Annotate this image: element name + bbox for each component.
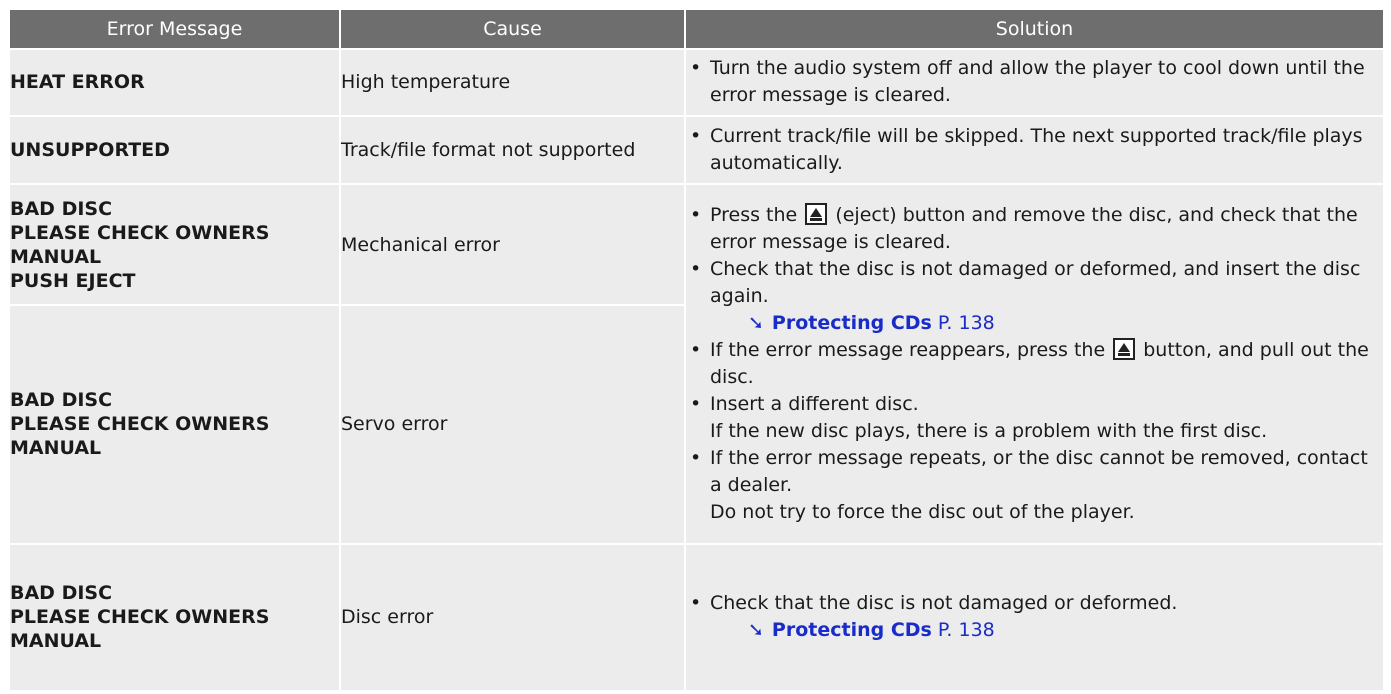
cross-reference-link[interactable]: ➘ Protecting CDs P. 138 bbox=[710, 310, 1383, 337]
solution-bullet: Check that the disc is not damaged or de… bbox=[686, 590, 1383, 644]
solution-text: If the error message reappears, press th… bbox=[710, 338, 1106, 361]
table-row: HEAT ERROR High temperature Turn the aud… bbox=[8, 48, 1385, 117]
cause-cell: Disc error bbox=[339, 542, 686, 693]
error-message-text: PLEASE CHECK OWNERS MANUAL bbox=[10, 606, 270, 653]
solution-bullet: Insert a different disc. If the new disc… bbox=[686, 391, 1383, 445]
solution-subtext: If the new disc plays, there is a proble… bbox=[710, 419, 1268, 442]
solution-text: Press the bbox=[710, 203, 798, 226]
eject-icon bbox=[1113, 337, 1136, 360]
error-message-cell: BAD DISC PLEASE CHECK OWNERS MANUAL PUSH… bbox=[8, 183, 341, 307]
solution-text: Check that the disc is not damaged or de… bbox=[710, 592, 1178, 615]
solution-cell: Current track/file will be skipped. The … bbox=[684, 114, 1385, 186]
solution-text: Insert a different disc. bbox=[710, 392, 919, 415]
table-row: UNSUPPORTED Track/file format not suppor… bbox=[8, 114, 1385, 186]
solution-bullet: Press the (eject) button and remove the … bbox=[686, 202, 1383, 256]
error-message-text: BAD DISC bbox=[10, 389, 113, 412]
error-message-text: BAD DISC bbox=[10, 197, 113, 220]
error-message-text: PUSH EJECT bbox=[10, 269, 136, 292]
table-header-row: Error Message Cause Solution bbox=[8, 8, 1385, 50]
header-solution: Solution bbox=[684, 8, 1385, 50]
eject-icon bbox=[805, 202, 828, 225]
cross-reference-arrow-icon: ➘ bbox=[748, 619, 764, 642]
cause-cell: Servo error bbox=[339, 304, 686, 545]
table-row: BAD DISC PLEASE CHECK OWNERS MANUAL Disc… bbox=[8, 542, 1385, 693]
error-message-text: BAD DISC bbox=[10, 582, 113, 605]
solution-subtext: Do not try to force the disc out of the … bbox=[710, 500, 1135, 523]
solution-text: Check that the disc is not damaged or de… bbox=[710, 257, 1361, 307]
cross-reference-title: Protecting CDs bbox=[771, 619, 932, 642]
cause-cell: Mechanical error bbox=[339, 183, 686, 307]
error-message-cell: HEAT ERROR bbox=[8, 48, 341, 117]
cross-reference-link[interactable]: ➘ Protecting CDs P. 138 bbox=[710, 617, 1383, 644]
solution-bullet: If the error message repeats, or the dis… bbox=[686, 445, 1383, 526]
header-error-message: Error Message bbox=[8, 8, 341, 50]
solution-cell: Turn the audio system off and allow the … bbox=[684, 48, 1385, 117]
cause-cell: Track/file format not supported bbox=[339, 114, 686, 186]
error-message-table: Error Message Cause Solution HEAT ERROR … bbox=[8, 8, 1385, 693]
solution-cell-shared: Press the (eject) button and remove the … bbox=[684, 183, 1385, 545]
error-message-text: HEAT ERROR bbox=[10, 71, 145, 94]
solution-bullet: Turn the audio system off and allow the … bbox=[686, 55, 1383, 109]
cross-reference-title: Protecting CDs bbox=[771, 311, 932, 334]
solution-text: If the error message repeats, or the dis… bbox=[710, 446, 1368, 496]
solution-bullet: If the error message reappears, press th… bbox=[686, 337, 1383, 391]
cross-reference-page: P. 138 bbox=[937, 619, 995, 642]
error-message-text: PLEASE CHECK OWNERS MANUAL bbox=[10, 413, 270, 460]
solution-bullet: Check that the disc is not damaged or de… bbox=[686, 256, 1383, 337]
table-row: BAD DISC PLEASE CHECK OWNERS MANUAL PUSH… bbox=[8, 183, 1385, 545]
error-message-text: UNSUPPORTED bbox=[10, 138, 170, 161]
solution-bullet: Current track/file will be skipped. The … bbox=[686, 123, 1383, 177]
cross-reference-page: P. 138 bbox=[937, 311, 995, 334]
error-message-cell: BAD DISC PLEASE CHECK OWNERS MANUAL bbox=[8, 542, 341, 693]
error-message-cell: BAD DISC PLEASE CHECK OWNERS MANUAL bbox=[8, 304, 341, 545]
error-message-cell: UNSUPPORTED bbox=[8, 114, 341, 186]
cause-cell: High temperature bbox=[339, 48, 686, 117]
solution-cell: Check that the disc is not damaged or de… bbox=[684, 542, 1385, 693]
error-message-text: PLEASE CHECK OWNERS MANUAL bbox=[10, 221, 270, 268]
cross-reference-arrow-icon: ➘ bbox=[748, 311, 764, 334]
header-cause: Cause bbox=[339, 8, 686, 50]
